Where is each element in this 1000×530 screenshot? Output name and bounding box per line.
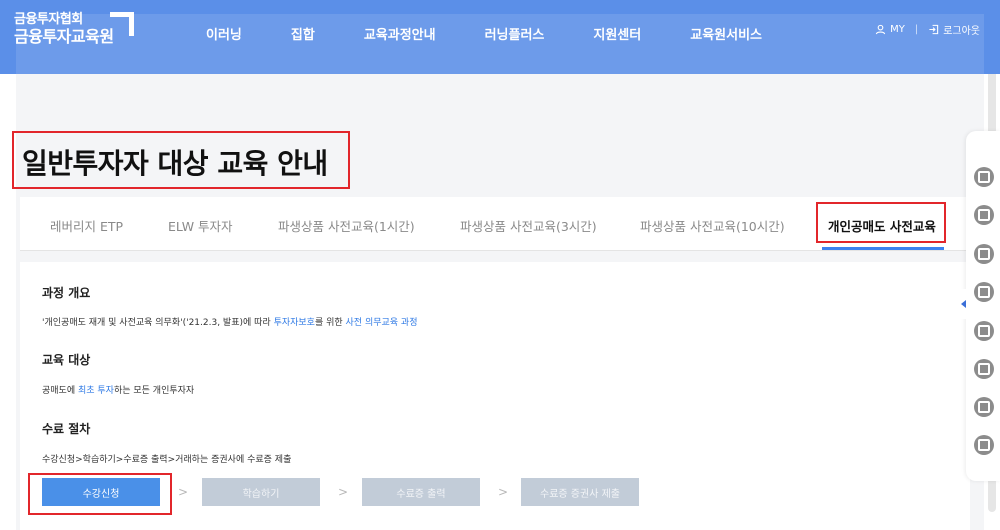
nav-support[interactable]: 지원센터 (593, 24, 641, 43)
chevron-left-icon (960, 300, 966, 308)
headset-icon[interactable] (974, 282, 994, 302)
page: 금융투자협회 금융투자교육원 이러닝 집합 교육과정안내 러닝플러스 지원센터 … (0, 0, 1000, 530)
checklist-icon[interactable] (974, 167, 994, 187)
logout-icon (929, 24, 939, 35)
tab-derivatives-10h[interactable]: 파생상품 사전교육(10시간) (640, 216, 785, 235)
window-frame-left (0, 0, 16, 530)
search-icon[interactable] (974, 321, 994, 341)
overview-highlight-b: 사전 의무교육 과정 (345, 318, 418, 328)
overview-text-a: '개인공매도 재개 및 사전교육 의무화'('21.2.3, 발표)에 따라 (42, 318, 274, 328)
quick-menu-toggle[interactable] (957, 289, 969, 319)
quick-menu (966, 131, 1000, 481)
tab-derivatives-3h[interactable]: 파생상품 사전교육(3시간) (460, 216, 597, 235)
header-panel (16, 14, 984, 74)
my-link[interactable]: MY (875, 24, 905, 35)
title-highlight-box (12, 131, 350, 189)
main-nav: 이러닝 집합 교육과정안내 러닝플러스 지원센터 교육원서비스 (206, 24, 811, 43)
util-separator: | (914, 24, 919, 35)
step-separator: > (338, 485, 349, 499)
submit-certificate-button[interactable]: 수료증 증권사 제출 (521, 478, 639, 506)
active-tab-highlight-box (816, 202, 946, 243)
my-label: MY (890, 24, 905, 35)
calendar-icon[interactable] (974, 244, 994, 264)
apply-button-highlight-box (28, 473, 172, 515)
logo-mark-icon (108, 10, 134, 36)
nav-group[interactable]: 집합 (291, 24, 315, 43)
nav-course-info[interactable]: 교육과정안내 (364, 24, 436, 43)
tab-leverage-etp[interactable]: 레버리지 ETP (50, 216, 123, 235)
target-text-a: 공매도에 (42, 386, 78, 396)
logo[interactable]: 금융투자협회 금융투자교육원 (14, 12, 114, 47)
target-text: 공매도에 최초 투자하는 모든 개인투자자 (42, 383, 194, 396)
nav-elearning[interactable]: 이러닝 (206, 24, 242, 43)
target-highlight-a: 최초 투자 (77, 386, 114, 396)
nav-services[interactable]: 교육원서비스 (690, 24, 762, 43)
overview-highlight-a: 투자자보호 (273, 318, 315, 328)
print-certificate-button[interactable]: 수료증 출력 (362, 478, 480, 506)
study-button[interactable]: 학습하기 (202, 478, 320, 506)
header: 금융투자협회 금융투자교육원 이러닝 집합 교육과정안내 러닝플러스 지원센터 … (0, 0, 1000, 74)
overview-title: 과정 개요 (42, 286, 91, 300)
logo-line2: 금융투자교육원 (14, 27, 114, 46)
logo-line1: 금융투자협회 (14, 12, 83, 27)
step-separator: > (498, 485, 509, 499)
logout-link[interactable]: 로그아웃 (928, 22, 980, 37)
basket-icon[interactable] (974, 205, 994, 225)
step-separator: > (178, 485, 189, 499)
book-icon[interactable] (974, 397, 994, 417)
person-icon (875, 24, 886, 35)
nav-learning-plus[interactable]: 러닝플러스 (485, 24, 545, 43)
location-icon[interactable] (974, 435, 994, 455)
user-add-icon[interactable] (974, 359, 994, 379)
procedure-text: 수강신청>학습하기>수료증 출력>거래하는 증권사에 수료증 제출 (42, 455, 292, 465)
active-tab-indicator (822, 247, 944, 250)
logout-label: 로그아웃 (943, 26, 980, 37)
overview-text-b: 를 위한 (314, 318, 346, 328)
target-title: 교육 대상 (42, 353, 91, 367)
target-text-b: 하는 모든 개인투자자 (113, 386, 195, 396)
tab-derivatives-1h[interactable]: 파생상품 사전교육(1시간) (278, 216, 415, 235)
utility-menu: MY | 로그아웃 (875, 22, 980, 37)
procedure-title: 수료 절차 (42, 422, 91, 436)
overview-text: '개인공매도 재개 및 사전교육 의무화'('21.2.3, 발표)에 따라 투… (42, 315, 418, 328)
tab-elw[interactable]: ELW 투자자 (168, 216, 233, 235)
